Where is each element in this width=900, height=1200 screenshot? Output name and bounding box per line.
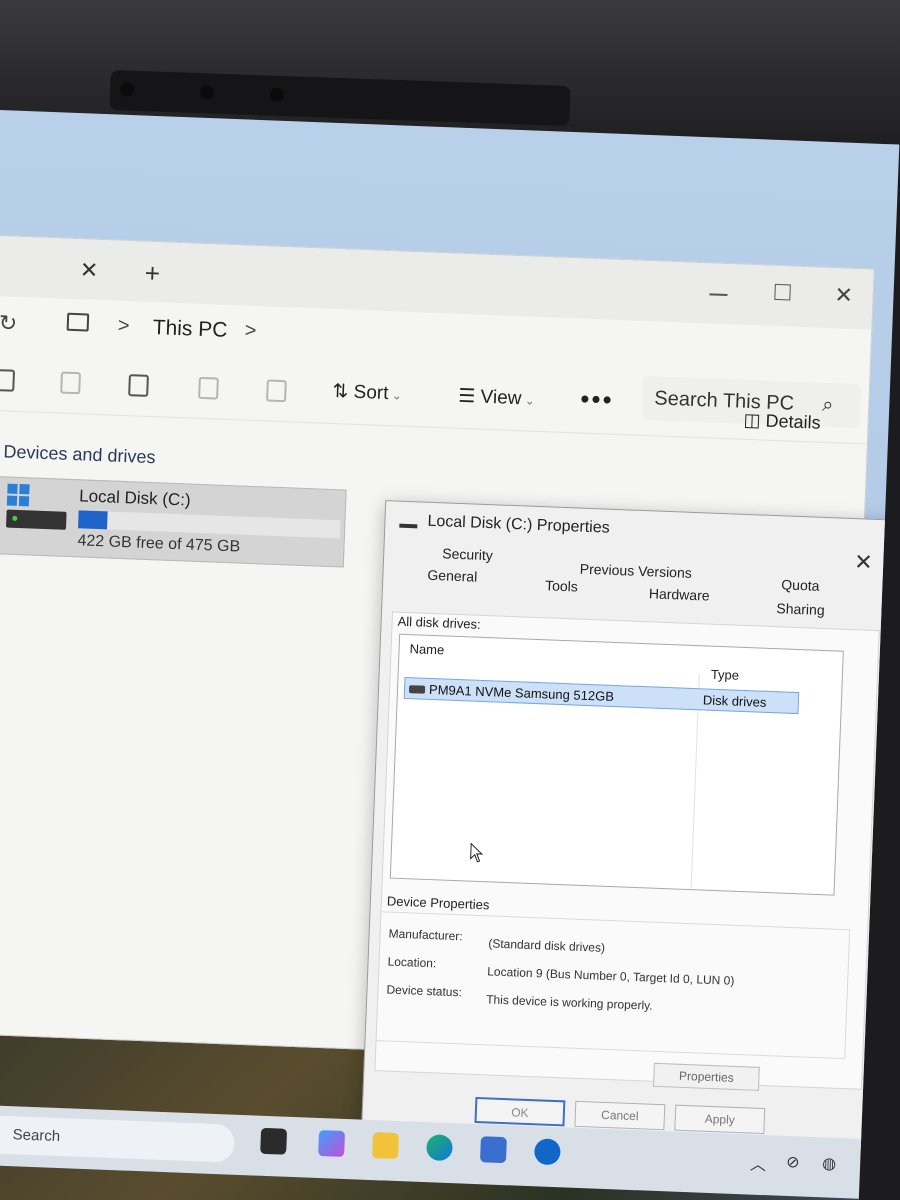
store-icon[interactable] bbox=[479, 1136, 507, 1164]
tab-hardware[interactable]: Hardware bbox=[649, 585, 710, 603]
refresh-icon[interactable]: ↻ bbox=[0, 310, 18, 337]
location-value: Location 9 (Bus Number 0, Target Id 0, L… bbox=[487, 964, 735, 988]
chevron-down-icon: ⌄ bbox=[388, 388, 403, 403]
windows-logo-icon bbox=[6, 483, 30, 507]
rename-icon[interactable] bbox=[128, 374, 149, 397]
details-pane-icon: ◫ bbox=[743, 409, 767, 431]
device-properties-box: Manufacturer: (Standard disk drives) Loc… bbox=[375, 911, 851, 1091]
drive-tile-c[interactable]: Local Disk (C:) 422 GB free of 475 GB bbox=[0, 476, 347, 568]
disk-list[interactable]: Name Type PM9A1 NVMe Samsung 512GB Disk … bbox=[389, 633, 844, 896]
chevron-up-icon[interactable]: ︿ bbox=[750, 1151, 767, 1176]
drive-usage-fill bbox=[77, 510, 108, 530]
disk-icon bbox=[408, 685, 426, 694]
share-icon[interactable] bbox=[198, 376, 219, 400]
details-button[interactable]: ◫ Details bbox=[743, 410, 821, 434]
details-label: Details bbox=[765, 410, 822, 433]
sort-icon: ⇅ bbox=[332, 380, 355, 403]
device-status-value: This device is working properly. bbox=[485, 992, 653, 1013]
tab-previous-versions[interactable]: Previous Versions bbox=[580, 561, 693, 581]
manufacturer-value: (Standard disk drives) bbox=[488, 936, 606, 955]
column-header-name[interactable]: Name bbox=[409, 641, 444, 657]
this-pc-icon[interactable] bbox=[66, 312, 90, 332]
more-options-button[interactable]: ••• bbox=[580, 384, 614, 416]
maximize-button[interactable] bbox=[774, 283, 791, 301]
properties-dialog: Local Disk (C:) Properties ✕ Security Pr… bbox=[361, 500, 895, 1150]
chevron-down-icon: ⌄ bbox=[521, 393, 536, 408]
sort-button[interactable]: ⇅ Sort ⌄ bbox=[332, 380, 402, 406]
list-item[interactable]: PM9A1 NVMe Samsung 512GB Disk drives bbox=[403, 676, 800, 715]
cancel-button[interactable]: Cancel bbox=[574, 1100, 666, 1131]
paste-icon[interactable] bbox=[60, 371, 81, 395]
all-disks-label: All disk drives: bbox=[397, 613, 481, 632]
new-tab-icon[interactable]: + bbox=[144, 258, 160, 290]
close-tab-icon[interactable]: ✕ bbox=[79, 257, 98, 284]
edge-icon[interactable] bbox=[426, 1134, 453, 1162]
network-off-icon[interactable]: ⊘ bbox=[786, 1152, 800, 1172]
disk-type: Disk drives bbox=[702, 692, 767, 710]
delete-icon[interactable] bbox=[266, 379, 287, 403]
minimize-button[interactable] bbox=[709, 293, 728, 297]
properties-button[interactable]: Properties bbox=[652, 1062, 760, 1091]
drive-name: Local Disk (C:) bbox=[78, 486, 191, 510]
outlook-icon[interactable] bbox=[533, 1138, 561, 1166]
device-status-label: Device status: bbox=[386, 982, 463, 1000]
view-label: View bbox=[480, 386, 522, 410]
column-header-type[interactable]: Type bbox=[711, 667, 740, 683]
section-header-devices[interactable]: ⌄ Devices and drives bbox=[0, 441, 156, 468]
drive-free-space: 422 GB free of 475 GB bbox=[77, 532, 241, 556]
breadcrumb-this-pc[interactable]: This PC bbox=[152, 316, 228, 343]
close-window-button[interactable]: ✕ bbox=[834, 282, 853, 309]
globe-icon[interactable]: ◍ bbox=[822, 1153, 837, 1174]
drive-icon bbox=[399, 513, 418, 529]
chevron-right-icon[interactable]: > bbox=[244, 320, 257, 343]
chevron-right-icon[interactable]: > bbox=[117, 315, 130, 338]
taskbar-search-label: Search bbox=[12, 1126, 61, 1146]
task-view-icon[interactable] bbox=[260, 1127, 288, 1155]
close-dialog-button[interactable]: ✕ bbox=[854, 549, 873, 576]
sensor-icon bbox=[119, 82, 135, 97]
section-header-label: Devices and drives bbox=[3, 441, 156, 468]
screen: ✕ + ✕ ↻ > This PC > Search This PC ⌕ ⇅ S… bbox=[0, 110, 900, 1200]
tab-general[interactable]: General bbox=[427, 567, 477, 585]
view-button[interactable]: ☰ View ⌄ bbox=[458, 385, 535, 411]
taskbar-search[interactable]: ⌕ Search bbox=[0, 1114, 236, 1163]
location-label: Location: bbox=[387, 954, 437, 971]
tab-sharing[interactable]: Sharing bbox=[776, 600, 825, 618]
disk-name: PM9A1 NVMe Samsung 512GB bbox=[428, 681, 615, 704]
sort-label: Sort bbox=[353, 381, 389, 405]
file-explorer-icon[interactable] bbox=[372, 1132, 400, 1160]
sensor-icon bbox=[269, 87, 285, 103]
view-icon: ☰ bbox=[457, 385, 482, 408]
copy-icon[interactable] bbox=[0, 369, 16, 392]
manufacturer-label: Manufacturer: bbox=[388, 926, 463, 944]
ok-button[interactable]: OK bbox=[474, 1096, 566, 1127]
camera-icon bbox=[199, 85, 215, 100]
mouse-cursor-icon bbox=[470, 842, 484, 863]
tab-security[interactable]: Security bbox=[442, 545, 493, 563]
dialog-title: Local Disk (C:) Properties bbox=[427, 512, 611, 537]
tab-quota[interactable]: Quota bbox=[781, 576, 820, 593]
apply-button[interactable]: Apply bbox=[674, 1104, 766, 1135]
copilot-icon[interactable] bbox=[318, 1130, 346, 1157]
tab-tools[interactable]: Tools bbox=[545, 577, 578, 594]
drive-icon bbox=[5, 509, 67, 530]
